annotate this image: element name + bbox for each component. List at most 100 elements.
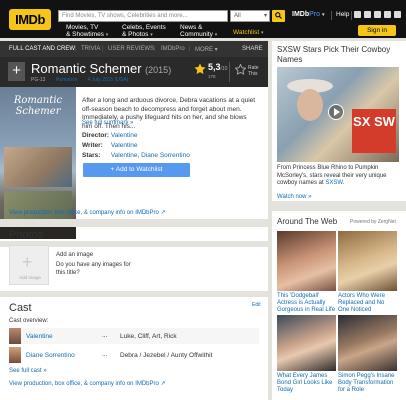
- article-card[interactable]: Simon Pegg's Insane Body Transformation …: [338, 315, 397, 395]
- cast-name-link[interactable]: Diane Sorrentino: [26, 352, 75, 359]
- article-caption[interactable]: What Every James Bond Girl Looks Like To…: [277, 373, 336, 395]
- article-caption[interactable]: Simon Pegg's Insane Body Transformation …: [338, 373, 397, 395]
- subnav-user-reviews[interactable]: USER REVIEWS: [108, 46, 154, 52]
- nav-celebs-events[interactable]: Celebs, Events & Photos ▾: [122, 24, 166, 39]
- nav-news-community[interactable]: News & Community ▾: [180, 24, 217, 39]
- imdb-logo[interactable]: IMDb: [9, 9, 51, 30]
- divider: [351, 11, 352, 20]
- cast-row: Valentine ... Luke, Cliff, Art, Rick: [9, 328, 259, 344]
- add-image-prompt: Add an image Do you have any images for …: [56, 252, 131, 276]
- youtube-icon[interactable]: [394, 11, 401, 18]
- content-rating: PG-13: [31, 77, 46, 83]
- page-title: Romantic Schemer (2015): [31, 61, 172, 76]
- cast-photo[interactable]: [9, 328, 21, 344]
- search-button[interactable]: [272, 10, 285, 22]
- imdbpro-info-link[interactable]: View production, box office, & company i…: [9, 209, 166, 216]
- sign-in-button[interactable]: Sign in: [358, 25, 396, 36]
- cast-name-link[interactable]: Valentine: [26, 333, 53, 340]
- person-face-shape: [297, 89, 323, 121]
- search-input[interactable]: Find Movies, TV shows, Celebrities and m…: [58, 10, 228, 22]
- poster-image-top: [4, 147, 72, 187]
- title-subnav: FULL CAST AND CREW | TRIVIA | USER REVIE…: [0, 41, 268, 57]
- photos-heading: Photos: [9, 229, 44, 241]
- section-divider: [0, 291, 268, 297]
- cast-character: Debra / Jezebel / Aunty Offwithit: [120, 352, 213, 359]
- edit-cast-link[interactable]: Edit: [252, 302, 261, 308]
- sxsw-link[interactable]: SXSW: [325, 180, 342, 186]
- subnav-more[interactable]: MORE ▾: [195, 46, 218, 53]
- subnav-separator: |: [102, 46, 104, 52]
- genre-link: Romance: [55, 77, 78, 83]
- powered-by-label[interactable]: Powered by ZergNet: [350, 219, 396, 225]
- play-icon[interactable]: [328, 104, 344, 120]
- article-thumbnail[interactable]: [338, 315, 397, 371]
- promo-title[interactable]: SXSW Stars Pick Their Cowboy Names: [277, 45, 403, 65]
- article-caption[interactable]: Actors Who Were Replaced and No One Noti…: [338, 293, 397, 315]
- subnav-full-cast[interactable]: FULL CAST AND CREW: [9, 46, 75, 52]
- twitter-icon[interactable]: [384, 11, 391, 18]
- subnav-imdbpro[interactable]: IMDbPro: [161, 46, 185, 52]
- nav-movies-tv[interactable]: Movies, TV & Showtimes ▾: [66, 24, 108, 39]
- cast-photo[interactable]: [9, 347, 21, 363]
- divider: [229, 62, 230, 82]
- full-summary-link[interactable]: See full summary »: [82, 120, 133, 126]
- around-the-web-widget: Around The Web Powered by ZergNet This '…: [272, 211, 406, 400]
- imdbpro-info-link[interactable]: View production, box office, & company i…: [9, 380, 166, 387]
- sxsw-badge: SX SW: [352, 109, 396, 153]
- article-card[interactable]: Actors Who Were Replaced and No One Noti…: [338, 231, 397, 315]
- article-thumbnail[interactable]: [277, 315, 336, 371]
- watchlist-link[interactable]: Watchlist ▾: [233, 29, 263, 36]
- subnav-separator: |: [154, 46, 156, 52]
- subnav-trivia[interactable]: TRIVIA: [81, 46, 100, 52]
- writer-link[interactable]: Valentine: [111, 142, 138, 149]
- rating-star-icon: [194, 63, 206, 74]
- imdbpro-menu[interactable]: IMDbPro: [292, 11, 325, 18]
- article-thumbnail[interactable]: [338, 231, 397, 291]
- poster-image-bottom: [4, 191, 72, 221]
- article-caption[interactable]: This 'Dodgeball' Actress is Actually Gor…: [277, 293, 336, 315]
- article-thumbnail[interactable]: [277, 231, 336, 291]
- release-date-link: 4 July 2015 (USA): [87, 77, 129, 83]
- article-card[interactable]: This 'Dodgeball' Actress is Actually Gor…: [277, 231, 336, 315]
- twitch-icon[interactable]: [374, 11, 381, 18]
- writer-credit: Writer: Valentine: [82, 142, 138, 149]
- cast-row: Diane Sorrentino ... Debra / Jezebel / A…: [9, 347, 259, 363]
- star-link[interactable]: Valentine: [111, 152, 138, 159]
- instagram-icon[interactable]: [364, 11, 371, 18]
- cast-character: Luke, Cliff, Art, Rick: [120, 333, 177, 340]
- around-the-web-heading: Around The Web: [277, 217, 338, 226]
- subnav-separator: |: [75, 46, 77, 52]
- director-link[interactable]: Valentine: [111, 132, 138, 139]
- help-link[interactable]: Help: [336, 11, 349, 18]
- poster-title: Romantic Schemer: [13, 95, 63, 117]
- title-meta: PG-13 Romance 4 July 2015 (USA): [31, 77, 137, 83]
- subnav-separator: |: [189, 46, 191, 52]
- section-divider: [0, 219, 268, 227]
- promo-video-thumbnail[interactable]: SX SW: [277, 67, 399, 162]
- share-button[interactable]: SHARE: [242, 46, 263, 52]
- see-full-cast-link[interactable]: See full cast »: [9, 368, 47, 374]
- add-to-watchlist-ribbon[interactable]: +: [8, 62, 25, 81]
- star-link[interactable]: Diane Sorrentino: [141, 152, 190, 159]
- cast-overview-label: Cast overview:: [9, 318, 49, 324]
- main-content: FULL CAST AND CREW | TRIVIA | USER REVIE…: [0, 41, 268, 400]
- promo-widget: SXSW Stars Pick Their Cowboy Names SX SW…: [272, 41, 406, 201]
- rating-count[interactable]: 178: [208, 74, 216, 79]
- rate-this-button[interactable]: Rate This: [248, 65, 268, 77]
- article-card[interactable]: What Every James Bond Girl Looks Like To…: [277, 315, 336, 395]
- director-credit: Director: Valentine: [82, 132, 138, 139]
- facebook-icon[interactable]: [354, 11, 361, 18]
- divider: [331, 11, 332, 20]
- search-category-select[interactable]: All: [230, 10, 270, 22]
- top-navigation-bar: IMDb Find Movies, TV shows, Celebrities …: [0, 0, 406, 38]
- title-header: + Romantic Schemer (2015) PG-13 Romance …: [0, 57, 268, 87]
- search-icon: [275, 12, 282, 19]
- watch-now-link[interactable]: Watch now »: [277, 194, 311, 200]
- add-image-button[interactable]: + Add Image: [9, 245, 49, 285]
- movie-poster[interactable]: Romantic Schemer: [0, 87, 76, 239]
- add-to-watchlist-button[interactable]: + Add to Watchlist: [83, 163, 190, 177]
- promo-caption: From Princess Blue Rhino to Pumpkin McSo…: [277, 165, 387, 186]
- cast-heading: Cast: [9, 302, 32, 314]
- rate-star-outline-icon[interactable]: [235, 64, 246, 75]
- stars-credit: Stars: Valentine, Diane Sorrentino: [82, 152, 190, 159]
